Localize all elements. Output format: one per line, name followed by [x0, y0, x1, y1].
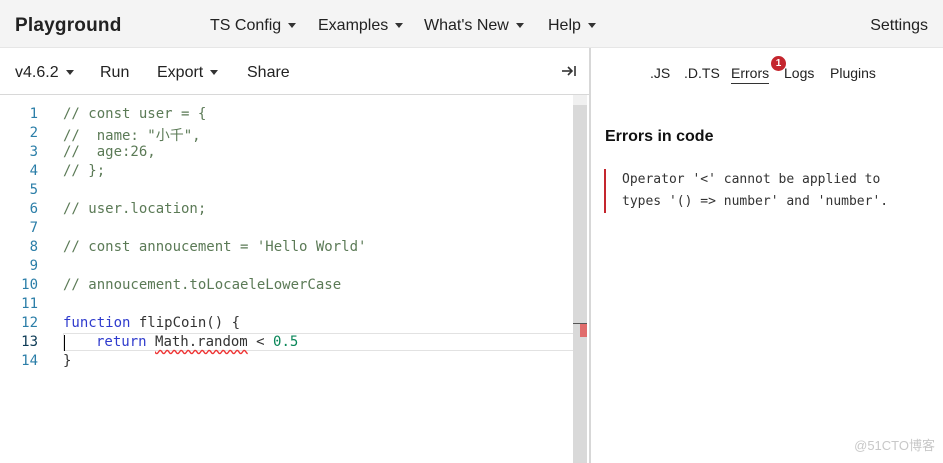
export-label: Export [157, 64, 204, 81]
text-cursor [64, 335, 65, 351]
collapse-sidebar-icon[interactable] [561, 64, 577, 78]
line-number: 2 [29, 125, 38, 141]
code-line: } [63, 353, 72, 369]
tab-dts[interactable]: .D.TS [684, 65, 720, 81]
nav-ts-config-label: TS Config [210, 17, 282, 34]
scrollbar-track [573, 95, 587, 105]
error-marker [580, 324, 587, 337]
code-token: flipCoin() { [130, 315, 241, 331]
line-number: 10 [21, 277, 38, 293]
chevron-down-icon [288, 23, 297, 29]
watermark: @51CTO博客 [854, 438, 935, 453]
code-line: // }; [63, 163, 106, 179]
keyword-token: return [96, 334, 147, 350]
code-line: // const user = { [63, 106, 207, 122]
operator-token: < [247, 334, 274, 350]
number-token: 0.5 [273, 334, 299, 350]
tab-errors[interactable]: Errors [731, 65, 770, 84]
share-button[interactable]: Share [247, 64, 290, 82]
chevron-down-icon [587, 23, 596, 29]
line-number: 1 [29, 106, 38, 122]
line-number: 3 [29, 144, 38, 160]
tab-plugins[interactable]: Plugins [830, 65, 876, 81]
code-line: // age:26, [63, 144, 156, 160]
nav-help[interactable]: Help [548, 17, 596, 35]
version-label: v4.6.2 [15, 64, 59, 81]
nav-whats-new[interactable]: What's New [424, 17, 524, 35]
nav-whats-new-label: What's New [424, 17, 509, 34]
nav-examples-label: Examples [318, 17, 389, 34]
chevron-down-icon [65, 70, 74, 76]
code-line: function flipCoin() { [63, 315, 240, 331]
line-number: 4 [29, 163, 38, 179]
line-number: 9 [29, 258, 38, 274]
code-line: // user.location; [63, 201, 207, 217]
line-number: 14 [21, 353, 38, 369]
sidebar-pane: .JS .D.TS Errors 1 Logs Plugins Errors i… [591, 48, 943, 463]
nav-examples[interactable]: Examples [318, 17, 404, 35]
tab-js[interactable]: .JS [650, 65, 670, 81]
error-message: Operator '<' cannot be applied to types … [622, 172, 889, 209]
tab-logs[interactable]: Logs [784, 65, 814, 81]
top-navbar: Playground TS Config Examples What's New… [0, 0, 943, 48]
code-line: // name: "小千", [63, 128, 201, 144]
vertical-scrollbar[interactable] [573, 105, 587, 463]
nav-help-label: Help [548, 17, 581, 34]
line-number: 7 [29, 220, 38, 236]
line-number: 12 [21, 315, 38, 331]
settings-link[interactable]: Settings [870, 17, 928, 35]
version-select[interactable]: v4.6.2 [15, 64, 74, 82]
code-editor[interactable]: 1 2 3 4 5 6 7 8 9 10 11 12 13 14 // cons… [0, 95, 589, 463]
chevron-down-icon [515, 23, 524, 29]
code-line: // const annoucement = 'Hello World' [63, 239, 367, 255]
nav-ts-config[interactable]: TS Config [210, 17, 297, 35]
error-item[interactable]: Operator '<' cannot be applied to types … [604, 169, 942, 213]
code-line: // annoucement.toLocaeleLowerCase [63, 277, 342, 293]
editor-pane: v4.6.2 Run Export Share 1 2 3 4 5 6 7 8 … [0, 48, 590, 463]
chevron-down-icon [395, 23, 404, 29]
line-number: 5 [29, 182, 38, 198]
run-button[interactable]: Run [100, 64, 129, 82]
error-squiggle-token[interactable]: Math.random [155, 334, 248, 350]
export-menu[interactable]: Export [157, 64, 219, 82]
line-number: 6 [29, 201, 38, 217]
editor-toolbar: v4.6.2 Run Export Share [0, 48, 589, 95]
errors-heading: Errors in code [605, 128, 714, 145]
keyword-token: function [63, 315, 131, 331]
code-line-current: return Math.random < 0.5 [96, 334, 298, 350]
line-number: 11 [21, 296, 38, 312]
brand-logo[interactable]: Playground [15, 15, 122, 37]
line-number: 8 [29, 239, 38, 255]
line-number: 13 [21, 334, 38, 350]
chevron-down-icon [210, 70, 219, 76]
